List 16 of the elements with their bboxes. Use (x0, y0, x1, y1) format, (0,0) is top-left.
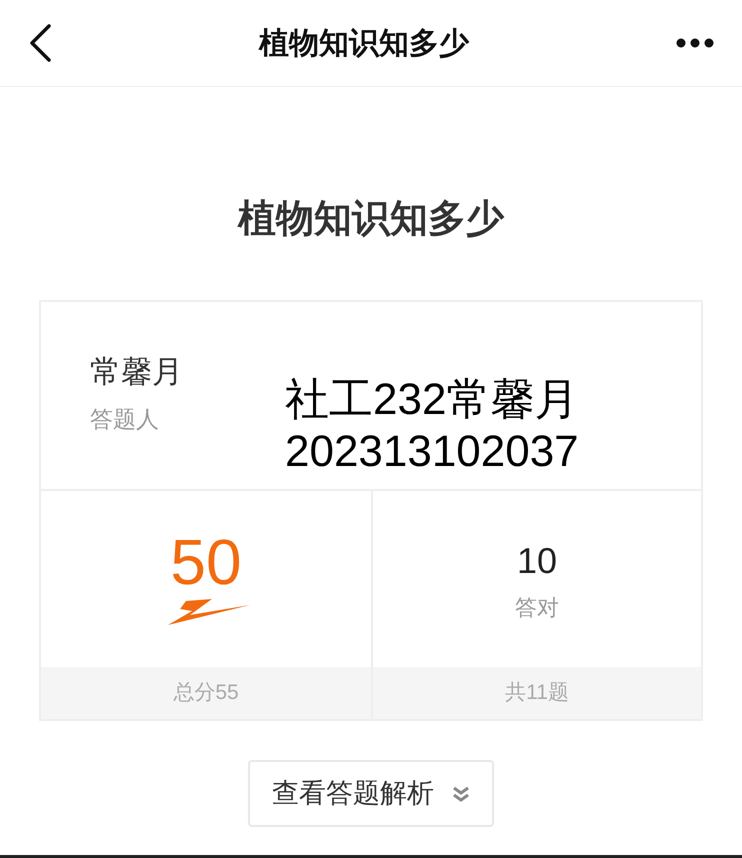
review-button[interactable]: 查看答题解析 (248, 760, 494, 827)
back-icon[interactable] (28, 23, 52, 63)
stat-footer: 总分55 (41, 667, 371, 719)
stat-label: 答对 (515, 594, 559, 622)
nav-title: 植物知识知多少 (259, 26, 469, 62)
respondent-name: 常馨月 (90, 353, 184, 391)
note-text: 社工232常馨月 (285, 374, 579, 426)
score-value: 50 (170, 527, 242, 597)
stat-footer: 共11题 (373, 667, 701, 719)
double-chevron-down-icon (452, 784, 470, 802)
more-icon[interactable] (676, 38, 714, 48)
stat-value: 10 (516, 539, 558, 583)
respondent-label: 答题人 (90, 405, 160, 434)
note-text: 202313102037 (285, 426, 579, 478)
quiz-title: 植物知识知多少 (238, 197, 504, 242)
score-underline-icon (166, 597, 250, 627)
